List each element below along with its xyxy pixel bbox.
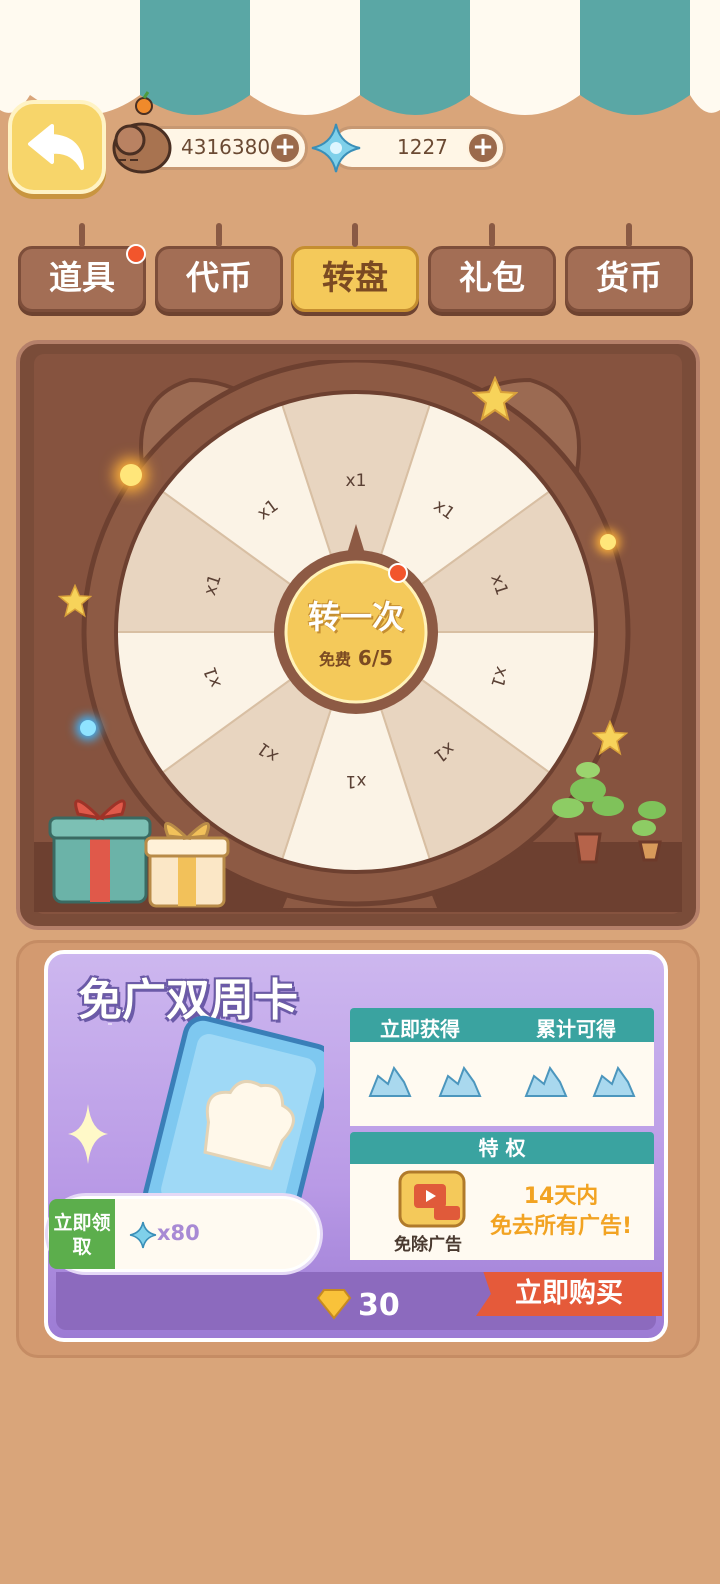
rewards-header: 立即获得 累计可得 (350, 1008, 654, 1042)
wheel-segment-label: x1 (345, 471, 367, 491)
tab-items-notification-dot (126, 244, 146, 264)
gem-icon (129, 1221, 157, 1249)
spin-label: 转一次 (307, 598, 404, 636)
privilege-text: 14天内 免去所有广告! (489, 1184, 633, 1239)
privilege-header: 特 权 (350, 1132, 654, 1164)
star-sparkle-icon (472, 376, 518, 422)
glow-light (80, 720, 96, 736)
star-sparkle-icon (592, 720, 628, 756)
sparkle-icon (68, 1104, 108, 1164)
gift-box-icon (48, 799, 152, 904)
ad-free-card-icon (108, 1009, 324, 1226)
tab-bundles[interactable]: 礼包 (428, 223, 556, 312)
star-sparkle-icon (58, 584, 92, 618)
gem-pile-icon (524, 1065, 568, 1097)
glow-light (600, 534, 616, 550)
claim-tag: 立即领取 (49, 1199, 115, 1269)
coin-value: 4316380 (181, 135, 271, 159)
tab-tokens[interactable]: 代币 (155, 223, 283, 312)
no-ads-icon (398, 1170, 466, 1228)
gem-pile-icon (592, 1065, 636, 1097)
tab-wheel-label: 转盘 (322, 258, 388, 297)
add-coins-button[interactable]: + (269, 132, 301, 164)
gift-box-icon (144, 822, 230, 908)
free-spins: 免费 6/5 (286, 646, 426, 670)
glow-light (120, 464, 142, 486)
back-arrow-icon (28, 124, 84, 170)
total-header: 累计可得 (536, 1017, 616, 1041)
privilege-body: 免除广告 14天内 免去所有广告! (350, 1164, 654, 1260)
gem-value: 1227 (397, 135, 448, 159)
rewards-body (350, 1042, 654, 1126)
remove-ads-label: 免除广告 (394, 1235, 462, 1255)
spin-notification-dot (388, 563, 408, 583)
gem-pile-icon (368, 1065, 412, 1097)
gem-icon (311, 123, 361, 173)
potted-plant-icon (552, 762, 666, 864)
free-label: 免费 (318, 650, 351, 669)
free-count: 6/5 (357, 646, 394, 670)
tab-currency-label: 货币 (596, 258, 662, 297)
claim-pill: 立即领取 x80 (48, 1196, 320, 1272)
tab-items-label: 道具 (49, 258, 115, 297)
claim-amount: x80 (157, 1221, 200, 1245)
add-gems-button[interactable]: + (467, 132, 499, 164)
instant-header: 立即获得 (380, 1017, 460, 1041)
diamond-currency-icon (316, 1289, 352, 1320)
tab-wheel[interactable]: 转盘 (291, 223, 419, 312)
offer-price: 30 (358, 1288, 400, 1323)
tab-tokens-label: 代币 (186, 258, 252, 297)
capybara-coin-icon (112, 91, 172, 174)
buy-now-button[interactable]: 立即购买 (476, 1272, 662, 1316)
spin-button[interactable]: 转一次 免费 6/5 (286, 562, 426, 702)
tab-currency[interactable]: 货币 (565, 223, 693, 312)
wheel-segment-label: x1 (345, 771, 367, 791)
gem-pile-icon (438, 1065, 482, 1097)
back-button[interactable] (8, 100, 106, 194)
tab-bundles-label: 礼包 (459, 258, 525, 297)
